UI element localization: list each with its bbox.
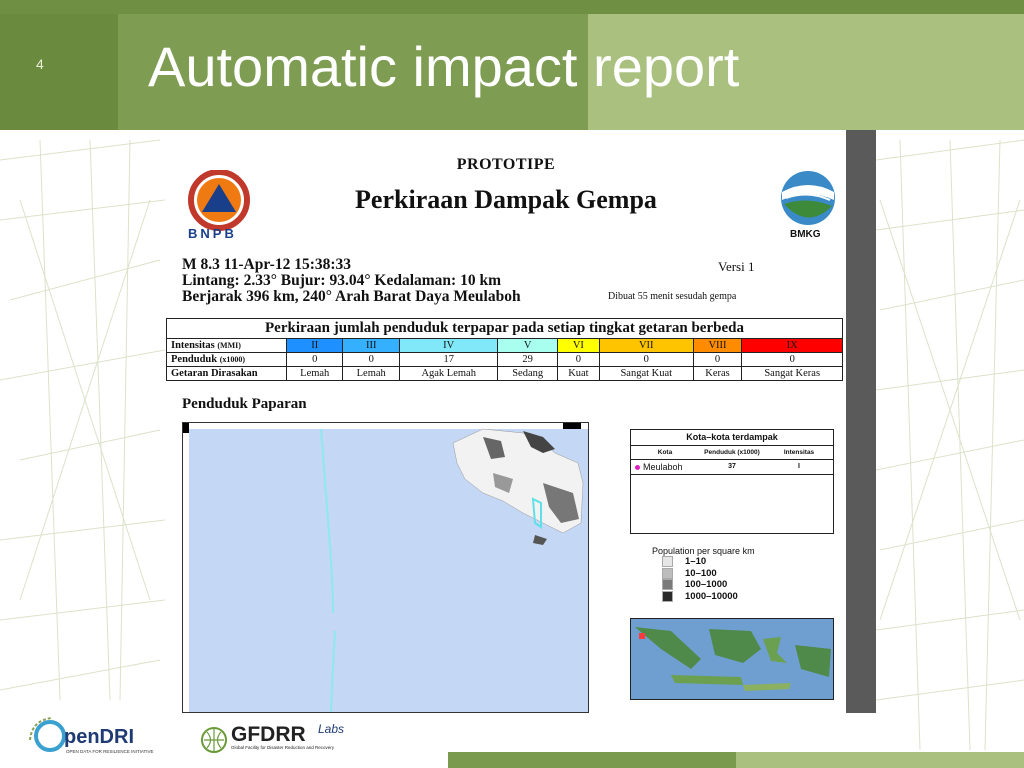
table-row: Meulaboh 37 I [631, 460, 833, 475]
header-intensitas: Intensitas [783, 449, 815, 456]
legend-swatch [662, 567, 673, 579]
intensity-level-cell: VIII [692, 338, 743, 353]
impact-report-document: PROTOTIPE Perkiraan Dampak Gempa BNPB BM… [166, 130, 846, 713]
intensity-table-caption: Perkiraan jumlah penduduk terpapar pada … [166, 318, 843, 339]
affected-cities-table: Kota–kota terdampak Kota Penduduk (x1000… [630, 429, 834, 534]
intensity-level-cell: IV [398, 338, 499, 353]
population-legend-item: 100–1000 [662, 579, 755, 591]
affected-cities-header: Kota Penduduk (x1000) Intensitas [631, 446, 833, 460]
gfdrr-globe-icon [201, 727, 227, 753]
header-left-block [0, 14, 118, 130]
city-name-text: Meulaboh [643, 462, 683, 472]
quake-distance: Berjarak 396 km, 240° Arah Barat Daya Me… [182, 288, 521, 305]
row-label-getaran: Getaran Dirasakan [166, 366, 287, 381]
intensity-level-cell: II [285, 338, 344, 353]
shaking-cell: Kuat [556, 366, 600, 381]
gfdrr-name: GFDRR [231, 723, 306, 746]
legend-swatch [662, 556, 673, 568]
intensitas-unit: (MMI) [217, 341, 241, 350]
intensity-level-cell: III [342, 338, 400, 353]
legend-label: 100–1000 [685, 579, 728, 591]
section-title-paparan: Penduduk Paparan [182, 396, 307, 412]
header-band [0, 0, 1024, 14]
population-cell: 17 [398, 352, 499, 367]
penduduk-unit: (x1000) [219, 355, 246, 364]
exposure-map-graphic [183, 423, 588, 712]
population-legend: Population per square km 1–10 10–100 100–1… [652, 546, 755, 602]
population-legend-item: 1000–10000 [662, 590, 755, 603]
penduduk-label: Penduduk [171, 354, 218, 365]
intensitas-label: Intensitas [171, 340, 215, 351]
report-title: Perkiraan Dampak Gempa [355, 185, 657, 214]
population-legend-title: Population per square km [652, 546, 755, 556]
legend-label: 1–10 [685, 556, 707, 568]
labs-label: Labs [318, 722, 345, 736]
row-label-penduduk: Penduduk (x1000) [166, 352, 287, 367]
bmkg-logo-icon [781, 171, 835, 225]
shaking-cell: Lemah [342, 366, 400, 381]
prototipe-label: PROTOTIPE [456, 156, 556, 173]
footer-bar [448, 752, 1024, 768]
shaking-cell: Sangat Kuat [598, 366, 694, 381]
affected-cities-title: Kota–kota terdampak [631, 430, 833, 446]
population-cell: 0 [342, 352, 400, 367]
bmkg-label: BMKG [790, 229, 821, 240]
header-kota: Kota [657, 449, 673, 456]
intensity-table: Perkiraan jumlah penduduk terpapar pada … [166, 318, 843, 381]
shaking-cell: Agak Lemah [398, 366, 499, 381]
city-marker-icon [635, 465, 640, 471]
opendri-tagline: OPEN DATA FOR RESILIENCE INITIATIVE [66, 749, 154, 754]
population-legend-item: 1–10 [662, 556, 755, 568]
slide-title: Automatic impact report [148, 35, 740, 98]
bnpb-label: BNPB [188, 226, 237, 241]
header-penduduk: Penduduk (x1000) [704, 449, 760, 456]
opendri-name: penDRI [64, 726, 134, 748]
shaking-cell: Keras [692, 366, 743, 381]
exposure-map [182, 422, 589, 713]
inset-map-graphic [631, 619, 833, 699]
row-label-intensitas: Intensitas (MMI) [166, 338, 287, 353]
city-population: 37 [728, 463, 736, 470]
version-label: Versi 1 [718, 259, 755, 274]
document-scrollbar[interactable] [846, 130, 876, 713]
shaking-cell: Sangat Keras [741, 366, 843, 381]
population-cell: 0 [692, 352, 743, 367]
shaking-cell: Sedang [497, 366, 558, 381]
legend-label: 10–100 [685, 567, 717, 579]
shaking-cell: Lemah [285, 366, 344, 381]
legend-label: 1000–10000 [685, 590, 738, 602]
footer-bar-segment [736, 752, 1024, 768]
legend-swatch [662, 579, 673, 591]
gfdrr-tagline: Global Facility for Disaster Reduction a… [231, 745, 335, 750]
population-cell: 0 [285, 352, 344, 367]
inset-map [630, 618, 834, 700]
slide-number: 4 [36, 56, 44, 72]
city-name: Meulaboh [631, 460, 699, 474]
intensity-level-cell: V [497, 338, 558, 353]
intensity-level-cell: VII [598, 338, 694, 353]
population-legend-item: 10–100 [662, 567, 755, 580]
population-cell: 0 [741, 352, 843, 367]
population-cell: 29 [497, 352, 558, 367]
population-cell: 0 [598, 352, 694, 367]
intensity-level-cell: IX [741, 338, 843, 353]
population-cell: 0 [556, 352, 600, 367]
population-legend-items: 1–10 10–100 100–1000 1000–10000 [652, 556, 755, 602]
legend-swatch [662, 590, 673, 602]
city-intensity: I [798, 463, 800, 470]
created-note: Dibuat 55 menit sesudah gempa [608, 291, 737, 302]
intensity-level-cell: VI [556, 338, 600, 353]
